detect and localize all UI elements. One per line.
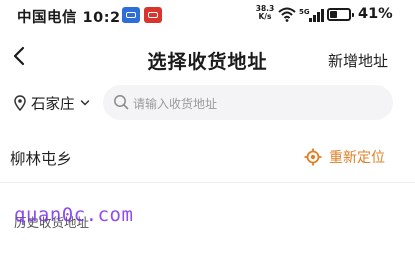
battery-percent: 41% xyxy=(358,6,393,22)
wifi-icon xyxy=(278,7,296,22)
chevron-down-icon xyxy=(80,100,89,106)
relocate-label: 重新定位 xyxy=(329,150,385,166)
search-input[interactable]: 请输入收货地址 xyxy=(103,85,393,120)
locate-target-icon xyxy=(304,148,322,166)
battery-level-fill xyxy=(330,11,337,18)
search-icon xyxy=(114,95,129,110)
relocate-button[interactable]: 重新定位 xyxy=(304,146,385,168)
divider xyxy=(0,182,415,183)
network-speed-unit: K/s xyxy=(258,12,272,21)
location-pin-icon xyxy=(14,95,26,111)
battery-icon xyxy=(327,8,354,21)
carrier-time: 中国电信 10:21 xyxy=(17,10,132,26)
add-address-button[interactable]: 新增地址 xyxy=(328,50,388,71)
status-bar: 中国电信 10:21 38.3 K/s 5G 41% xyxy=(0,0,415,34)
notification-app-icon xyxy=(144,7,162,23)
notification-app-icon xyxy=(122,7,140,23)
city-name: 石家庄 xyxy=(31,96,75,113)
network-speed: 38.3 K/s xyxy=(255,5,275,21)
network-type-label: 5G xyxy=(299,8,310,16)
city-selector[interactable]: 石家庄 xyxy=(14,91,90,115)
search-placeholder: 请输入收货地址 xyxy=(133,97,218,111)
signal-icon: 5G xyxy=(299,8,324,22)
current-location-name: 柳林屯乡 xyxy=(10,150,73,168)
watermark: quan0c.com xyxy=(14,204,134,226)
